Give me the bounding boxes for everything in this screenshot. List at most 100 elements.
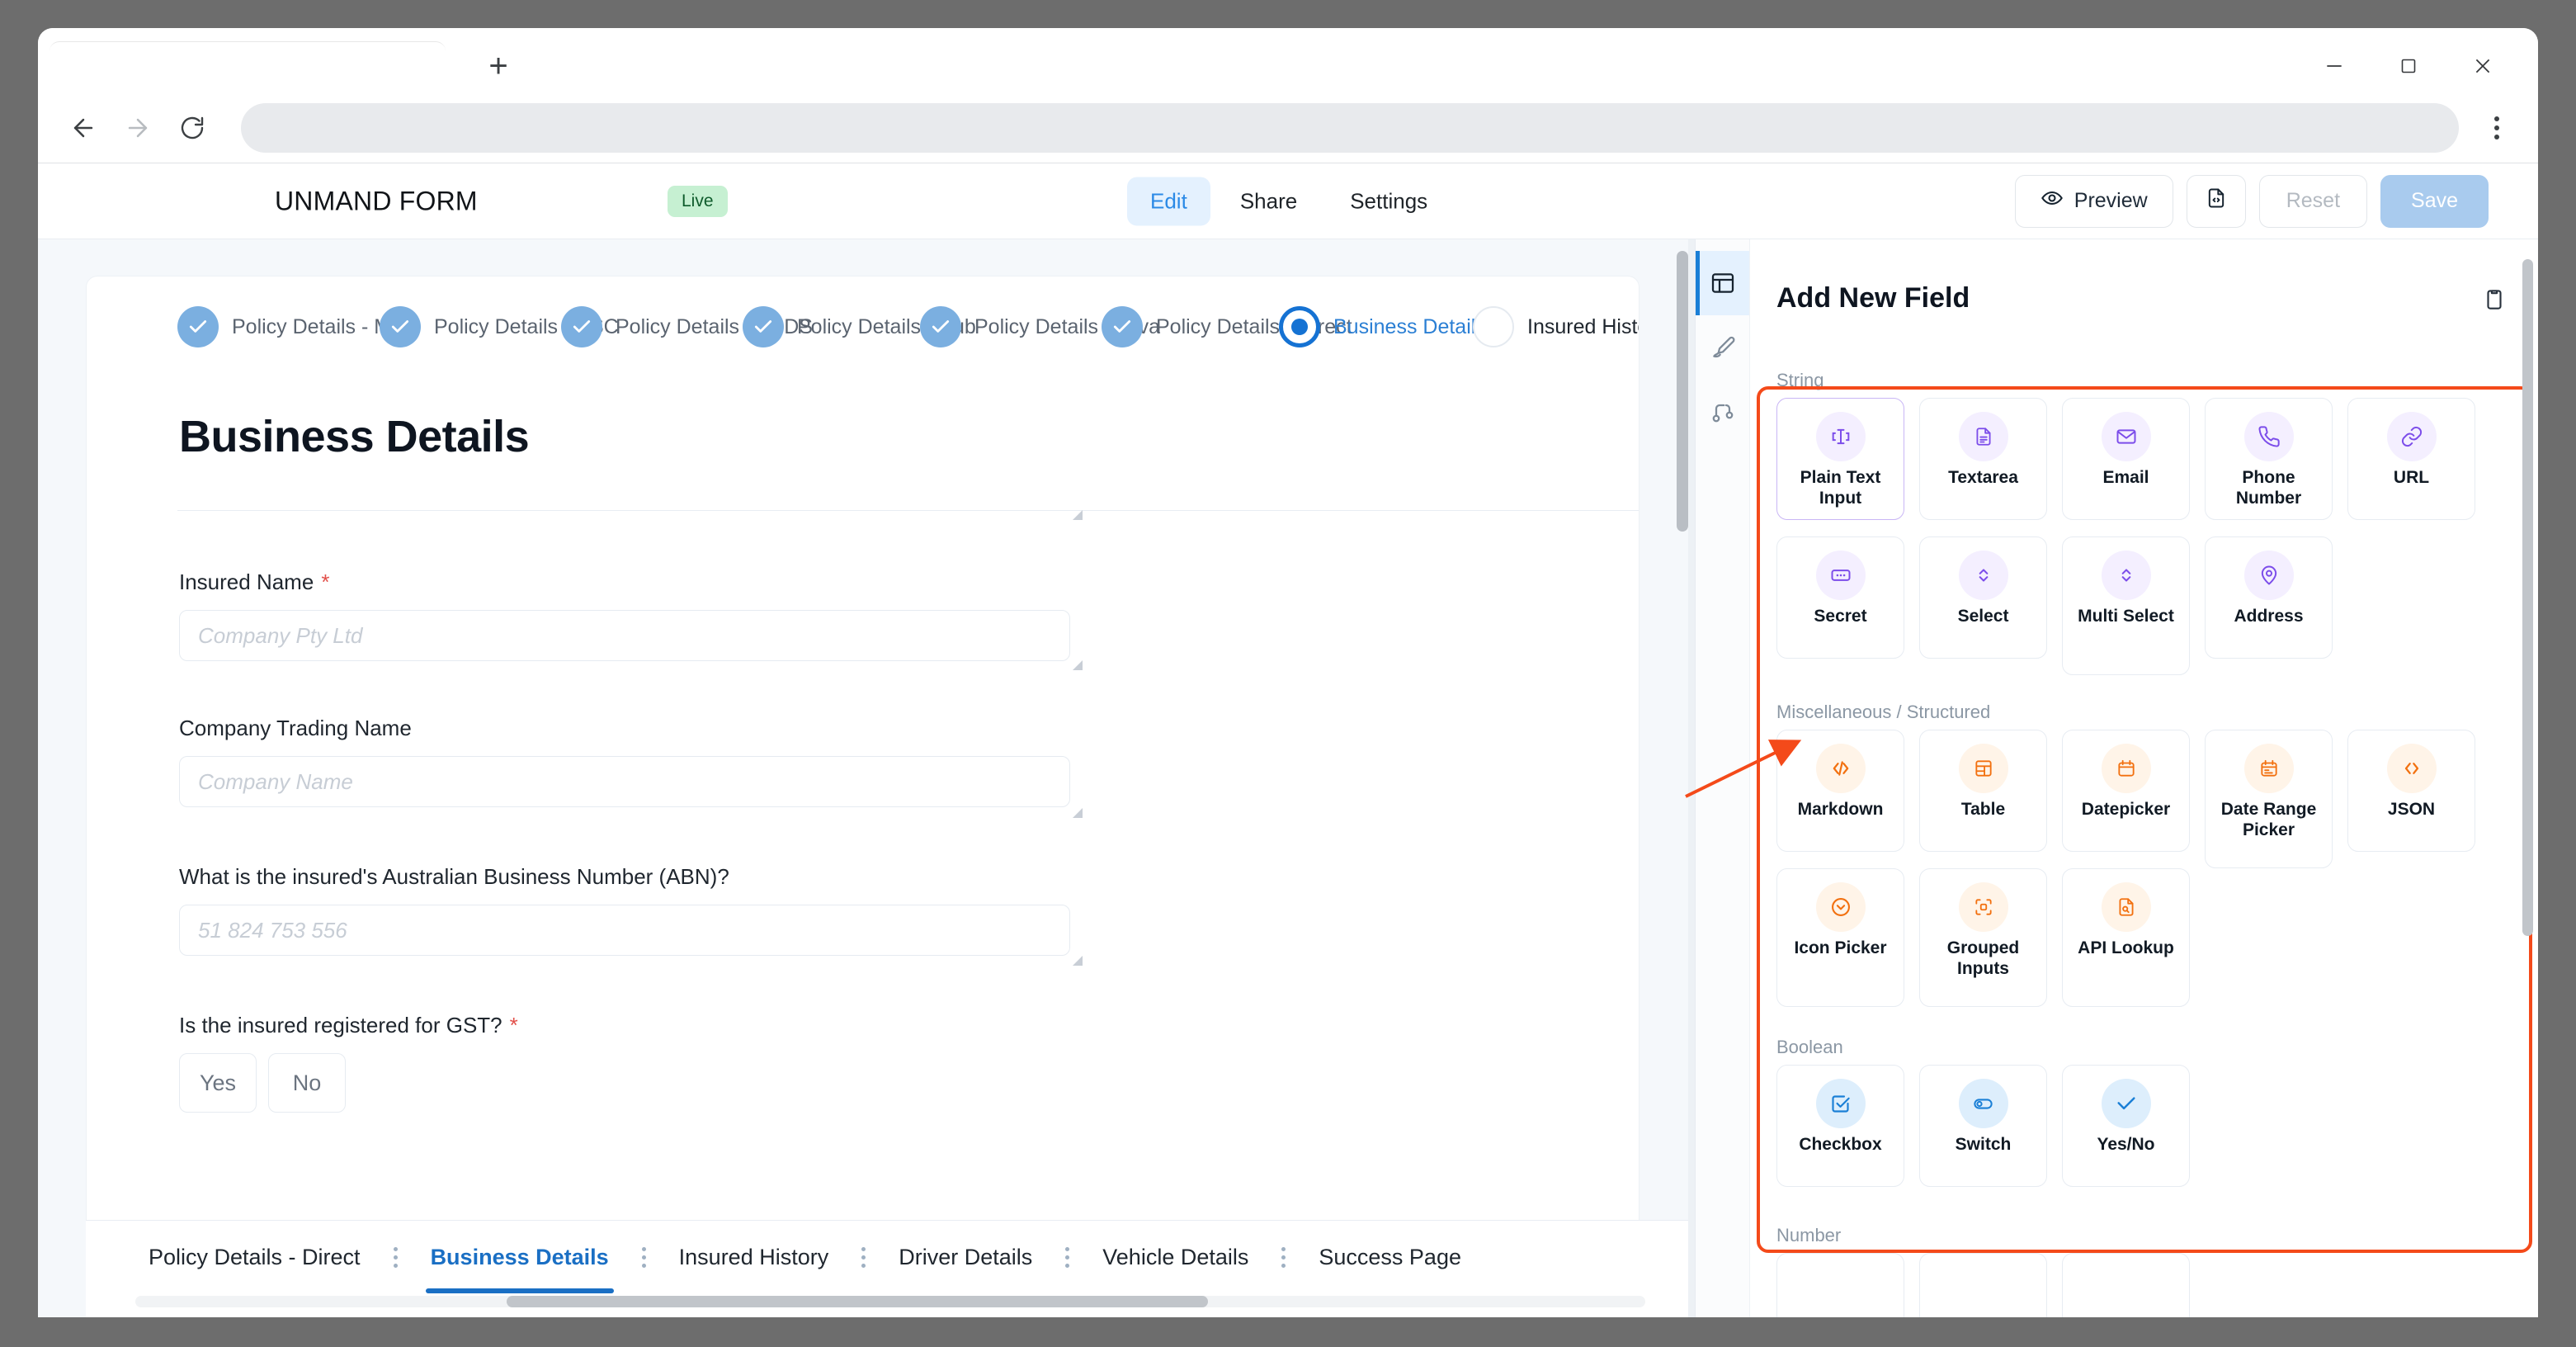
resize-handle[interactable] (1073, 660, 1083, 670)
field-type-secret[interactable]: Secret (1776, 536, 1904, 659)
page-tab-policy-details-direct[interactable]: Policy Details - Direct (144, 1221, 366, 1293)
minimize-icon[interactable] (2297, 43, 2371, 89)
field-type-json[interactable]: JSON (2347, 730, 2475, 852)
preview-button[interactable]: Preview (2014, 174, 2173, 228)
clipboard-icon[interactable] (2482, 287, 2507, 316)
field-type-table[interactable]: Table (1919, 730, 2047, 852)
tile-label: Date Range Picker (2220, 800, 2317, 839)
resize-handle[interactable] (1073, 956, 1083, 966)
browser-menu-icon[interactable] (2474, 103, 2520, 153)
group-label-misc: Miscellaneous / Structured (1776, 702, 1991, 722)
gst-no-button[interactable]: No (268, 1053, 346, 1113)
field-company-trading-name: Company Trading Name Company Name (179, 716, 1070, 807)
field-type-api-lookup[interactable]: API Lookup (2062, 868, 2190, 1007)
tab-settings[interactable]: Settings (1327, 177, 1451, 225)
field-type-icon-picker[interactable]: Icon Picker (1776, 868, 1904, 1007)
insured-name-input[interactable]: Company Pty Ltd (179, 610, 1070, 661)
horizontal-scrollbar-thumb[interactable] (507, 1296, 1208, 1307)
text-cursor-icon (1815, 412, 1866, 461)
field-type-date-range-picker[interactable]: Date Range Picker (2205, 730, 2333, 868)
field-type-select[interactable]: Select (1919, 536, 2047, 659)
field-type-datepicker[interactable]: Datepicker (2062, 730, 2190, 852)
field-type-switch[interactable]: Switch (1919, 1065, 2047, 1187)
right-panel: Add New Field String Plain Text Input Te… (1695, 239, 2538, 1317)
page-tab-menu-icon[interactable] (1065, 1246, 1070, 1268)
stepper-step-current[interactable]: Business Details (1279, 306, 1486, 347)
page-tab-business-details[interactable]: Business Details (425, 1221, 614, 1293)
page-tab-menu-icon[interactable] (1281, 1246, 1286, 1268)
field-insured-name: Insured Name * Company Pty Ltd (179, 570, 1070, 661)
page-tab-insured-history[interactable]: Insured History (674, 1221, 834, 1293)
tab-share[interactable]: Share (1217, 177, 1320, 225)
panel-body: Add New Field String Plain Text Input Te… (1750, 239, 2538, 1317)
field-type-markdown[interactable]: Markdown (1776, 730, 1904, 852)
close-icon[interactable] (2446, 43, 2520, 89)
tile-label: Secret (1814, 607, 1867, 626)
browser-window: + UNMAND FORM Live Edit Share Settings P… (38, 28, 2538, 1317)
field-type-address[interactable]: Address (2205, 536, 2333, 659)
group-label-boolean: Boolean (1776, 1037, 1843, 1057)
address-bar[interactable] (241, 102, 2459, 153)
reload-icon[interactable] (165, 101, 219, 155)
tile-label: Table (1960, 800, 2006, 819)
page-tab-vehicle-details[interactable]: Vehicle Details (1097, 1221, 1253, 1293)
page-tab-menu-icon[interactable] (393, 1246, 398, 1268)
envelope-icon (2101, 412, 2151, 461)
field-type-number-1[interactable] (1776, 1253, 1904, 1317)
field-type-checkbox[interactable]: Checkbox (1776, 1065, 1904, 1187)
stepper-step[interactable]: Insured History (1473, 306, 1639, 347)
rail-paint-brush-icon[interactable] (1696, 315, 1749, 380)
page-tab-menu-icon[interactable] (641, 1246, 646, 1268)
new-tab-button[interactable]: + (475, 45, 521, 87)
field-type-number-3[interactable] (2062, 1253, 2190, 1317)
placeholder-text: Company Pty Ltd (198, 622, 363, 648)
code-view-button[interactable] (2186, 174, 2246, 228)
circle-chevron-down-icon (1815, 882, 1866, 932)
back-icon[interactable] (56, 101, 111, 155)
tile-label: Select (1957, 607, 2009, 626)
rail-workflow-branch-icon[interactable] (1696, 380, 1749, 444)
field-type-plain-text-input[interactable]: Plain Text Input (1776, 398, 1904, 520)
field-abn: What is the insured's Australian Busines… (179, 864, 1070, 956)
field-type-email[interactable]: Email (2062, 398, 2190, 520)
panel-title: Add New Field (1776, 282, 1970, 314)
field-type-number-2[interactable] (1919, 1253, 2047, 1317)
calendar-range-icon (2243, 744, 2294, 793)
required-marker: * (509, 1013, 518, 1037)
field-type-textarea[interactable]: Textarea (1919, 398, 2047, 520)
field-gst-registered: Is the insured registered for GST? * Yes … (179, 1013, 1070, 1113)
resize-handle[interactable] (1073, 510, 1083, 520)
header-nav: Edit Share Settings (1127, 177, 1451, 225)
document-lines-icon (1958, 412, 2008, 461)
field-label: Is the insured registered for GST? * (179, 1013, 518, 1037)
field-type-phone-number[interactable]: Phone Number (2205, 398, 2333, 520)
form-preview-card: Policy Details - Main Policy Details - P… (86, 276, 1639, 1317)
tile-label: Yes/No (2097, 1135, 2155, 1154)
canvas-scrollbar-thumb[interactable] (1677, 251, 1688, 532)
page-tab-success-page[interactable]: Success Page (1314, 1221, 1466, 1293)
gst-yes-button[interactable]: Yes (179, 1053, 257, 1113)
page-title: UNMAND FORM (275, 186, 478, 215)
company-trading-name-input[interactable]: Company Name (179, 756, 1070, 807)
browser-tab[interactable] (50, 41, 446, 92)
resize-handle[interactable] (1073, 808, 1083, 818)
page-tab-menu-icon[interactable] (861, 1246, 866, 1268)
abn-input[interactable]: 51 824 753 556 (179, 905, 1070, 956)
rail-layout-panel-icon[interactable] (1696, 251, 1749, 315)
tile-label: JSON (2387, 800, 2436, 819)
chevron-up-down-icon (1958, 551, 2008, 600)
check-icon (743, 306, 784, 347)
save-button[interactable]: Save (2380, 174, 2489, 228)
page-tab-driver-details[interactable]: Driver Details (894, 1221, 1037, 1293)
eye-icon (2041, 187, 2064, 215)
reset-button[interactable]: Reset (2258, 174, 2368, 228)
field-type-url[interactable]: URL (2347, 398, 2475, 520)
maximize-icon[interactable] (2371, 43, 2446, 89)
panel-scrollbar-thumb[interactable] (2522, 259, 2533, 936)
horizontal-scrollbar-track[interactable] (135, 1296, 1645, 1307)
field-type-yes-no[interactable]: Yes/No (2062, 1065, 2190, 1187)
table-grid-icon (1958, 744, 2008, 793)
tab-edit[interactable]: Edit (1127, 177, 1210, 225)
field-type-grouped-inputs[interactable]: Grouped Inputs (1919, 868, 2047, 1007)
field-type-multi-select[interactable]: Multi Select (2062, 536, 2190, 675)
